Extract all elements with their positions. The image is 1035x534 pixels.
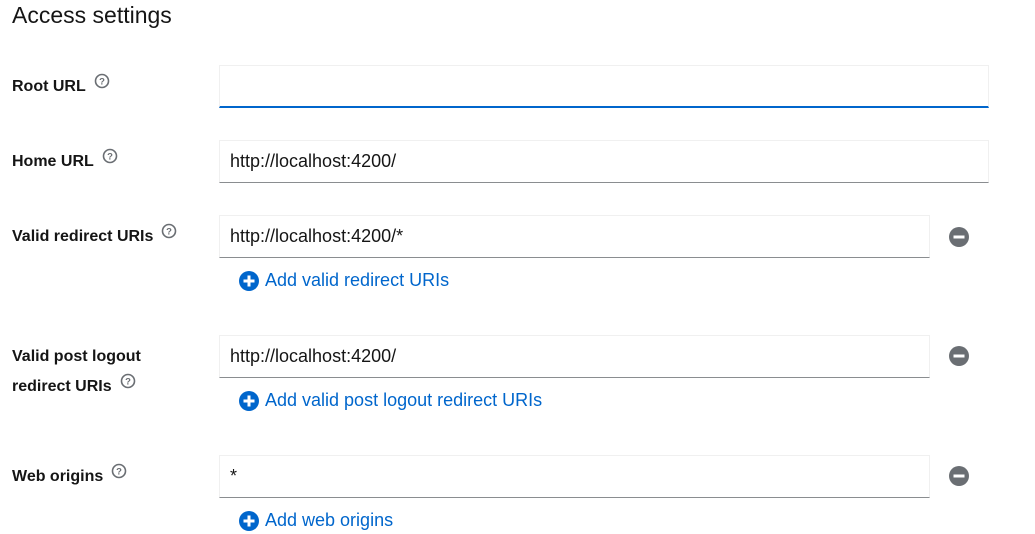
plus-circle-icon [239, 391, 259, 411]
home-url-label: Home URL [12, 147, 118, 177]
add-post-logout-uri-button[interactable]: Add valid post logout redirect URIs [239, 390, 542, 411]
add-redirect-uri-button[interactable]: Add valid redirect URIs [239, 270, 449, 291]
remove-redirect-uri-icon[interactable] [949, 227, 969, 247]
plus-circle-icon [239, 511, 259, 531]
post-logout-label-line2: redirect URIs [12, 372, 136, 402]
post-logout-uri-input[interactable] [219, 335, 930, 378]
remove-post-logout-uri-icon[interactable] [949, 346, 969, 366]
redirect-uris-label: Valid redirect URIs [12, 222, 177, 252]
remove-web-origin-icon[interactable] [949, 466, 969, 486]
help-icon[interactable] [94, 70, 110, 100]
redirect-uri-input[interactable] [219, 215, 930, 258]
root-url-label: Root URL [12, 72, 110, 102]
add-web-origin-button[interactable]: Add web origins [239, 510, 393, 531]
root-url-input[interactable] [219, 65, 989, 108]
help-icon[interactable] [102, 145, 118, 175]
web-origin-input[interactable] [219, 455, 930, 498]
home-url-input[interactable] [219, 140, 989, 183]
post-logout-label: Valid post logout [12, 348, 141, 365]
help-icon[interactable] [111, 460, 127, 490]
plus-circle-icon [239, 271, 259, 291]
web-origins-label: Web origins [12, 462, 127, 492]
help-icon[interactable] [120, 370, 136, 400]
help-icon[interactable] [161, 220, 177, 250]
section-title: Access settings [12, 2, 172, 28]
